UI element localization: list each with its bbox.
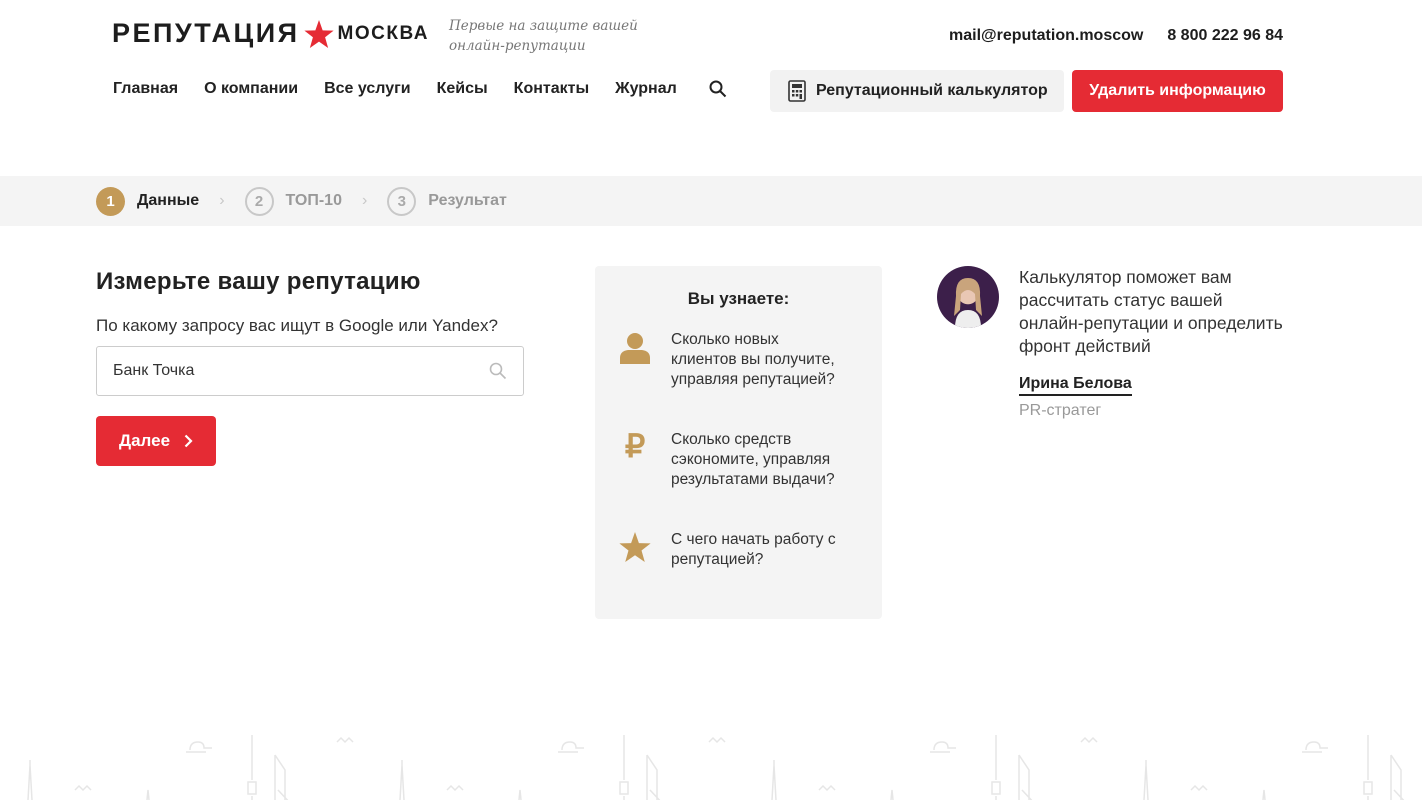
step-number: 2	[244, 186, 274, 216]
avatar	[937, 266, 999, 328]
chevron-right-icon: ›	[219, 192, 225, 209]
nav-home[interactable]: Главная	[113, 80, 178, 98]
calculator-button[interactable]: Репутационный калькулятор	[770, 70, 1064, 112]
tagline-line: Первые на защите вашей	[449, 18, 638, 34]
contacts: mail@reputation.moscow 8 800 222 96 84	[949, 27, 1283, 45]
steps-bar: 1 Данные › 2 ТОП-10 › 3 Результат	[0, 176, 1422, 226]
benefit-item: Сколько новых клиентов вы получите, управл…	[619, 330, 835, 390]
benefit-item: ₽ Сколько средств сэкономите, управляя рез…	[624, 428, 835, 488]
star-icon	[303, 19, 334, 48]
nav-about[interactable]: О компании	[204, 80, 298, 98]
tagline: Первые на защите вашей онлайн-репутации	[449, 16, 638, 56]
city-skyline-decoration	[27, 734, 1422, 800]
phone-link[interactable]: 8 800 222 96 84	[1167, 27, 1283, 45]
search-icon	[489, 362, 507, 380]
tagline-line: онлайн-репутации	[449, 38, 586, 54]
expert-role: PR-стратег	[1019, 402, 1102, 419]
benefit-item: С чего начать работу с репутацией?	[619, 530, 836, 570]
nav-journal[interactable]: Журнал	[615, 80, 677, 98]
calculator-icon	[788, 80, 806, 102]
expert-quote: Калькулятор поможет вам рассчитать статус…	[1019, 267, 1283, 356]
benefits-title: Вы узнаете:	[687, 289, 790, 308]
ruble-icon: ₽	[624, 428, 646, 464]
logo-word-moscow: МОСКВА	[337, 22, 429, 44]
chevron-right-icon	[184, 434, 193, 448]
star-icon	[619, 532, 651, 562]
expert-name[interactable]: Ирина Белова	[1019, 375, 1132, 396]
benefits-card: Вы узнаете: Сколько новых клиентов вы пол…	[595, 266, 882, 619]
step-number: 1	[96, 186, 125, 216]
step-result: Результат	[428, 192, 507, 209]
chevron-right-icon: ›	[361, 192, 368, 209]
next-button[interactable]: Далее	[96, 416, 216, 466]
logo[interactable]: РЕПУТАЦИЯ МОСКВА	[112, 18, 429, 49]
search-icon[interactable]	[709, 80, 727, 98]
main-nav: Главная О компании Все услуги Кейсы Конт…	[113, 80, 727, 98]
query-label: По какому запросу вас ищут в Google или …	[96, 316, 498, 335]
user-icon	[620, 333, 650, 364]
next-button-label: Далее	[118, 431, 171, 450]
calculator-button-label: Репутационный калькулятор	[816, 82, 1048, 99]
delete-info-button[interactable]: Удалить информацию	[1072, 70, 1283, 112]
page-title: Измерьте вашу репутацию	[96, 268, 421, 295]
logo-word-reputation: РЕПУТАЦИЯ	[112, 18, 300, 48]
email-link[interactable]: mail@reputation.moscow	[949, 27, 1143, 45]
nav-services[interactable]: Все услуги	[324, 80, 411, 98]
query-value: Банк Точка	[113, 362, 195, 379]
step-top10: ТОП-10	[285, 192, 342, 209]
step-data[interactable]: Данные	[137, 192, 199, 210]
query-input[interactable]: Банк Точка	[96, 346, 524, 396]
nav-contacts[interactable]: Контакты	[514, 80, 589, 98]
step-number: 3	[387, 186, 417, 216]
nav-cases[interactable]: Кейсы	[437, 80, 488, 98]
